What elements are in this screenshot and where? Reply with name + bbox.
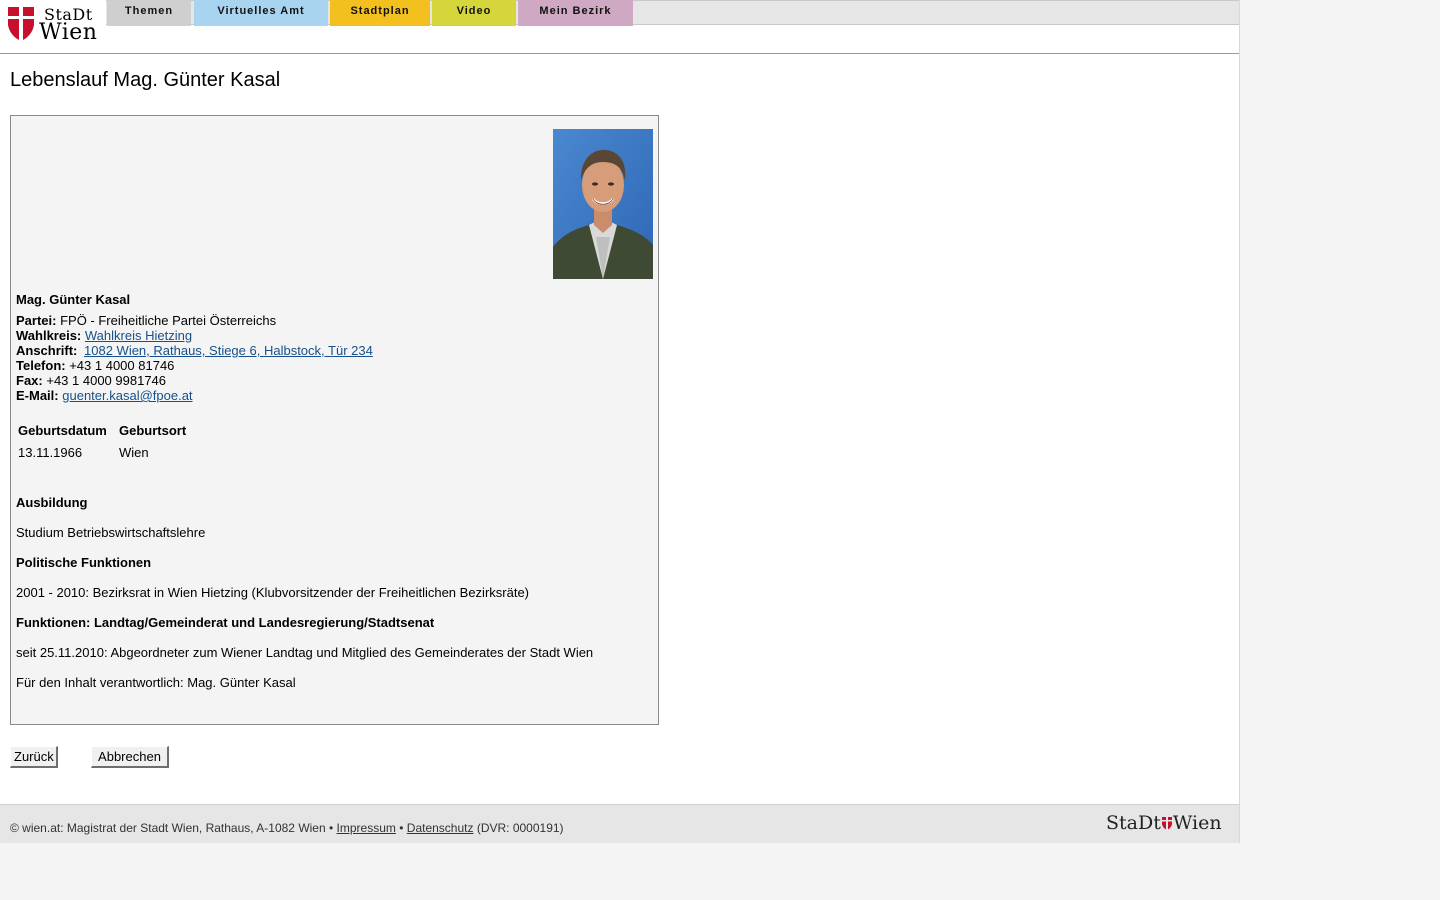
footer-logo-wien: Wien [1172,812,1222,834]
footer-dvr: (DVR: 0000191) [476,821,564,835]
partei-label: Partei: [16,313,57,328]
anschrift-link[interactable]: 1082 Wien, Rathaus, Stiege 6, Halbstock,… [84,343,373,358]
tab-label: Stadtplan [350,5,410,17]
verantwortlich-text: Für den Inhalt verantwortlich: Mag. Günt… [16,675,296,690]
politisch-heading: Politische Funktionen [16,555,152,570]
fax-row: Fax: +43 1 4000 9981746 [16,373,166,388]
page-title: Lebenslauf Mag. Günter Kasal [10,69,281,91]
portrait-photo [553,129,653,279]
ausbildung-heading: Ausbildung [16,495,88,510]
profile-name: Mag. Günter Kasal [16,292,131,307]
table-header-geburtsdatum: Geburtsdatum [18,423,107,438]
footer-logo-stadt: StaDt [1106,812,1161,834]
back-button[interactable]: Zurück [10,746,58,768]
profile-box: Mag. Günter Kasal Partei: FPÖ - Freiheit… [10,115,659,725]
footer-text: © wien.at: Magistrat der Stadt Wien, Rat… [10,821,564,835]
fax-label: Fax: [16,373,43,388]
funktionen-text: seit 25.11.2010: Abgeordneter zum Wiener… [16,645,594,660]
tab-virtuelles-amt[interactable]: Virtuelles Amt [194,0,328,26]
wien-shield-icon [1161,817,1172,830]
footer-stadt-wien-logo[interactable]: StaDt Wien [1106,812,1222,834]
anschrift-row: Anschrift: 1082 Wien, Rathaus, Stiege 6,… [16,343,373,358]
tab-mein-bezirk[interactable]: Mein Bezirk [518,0,633,26]
cancel-button[interactable]: Abbrechen [91,746,169,768]
datenschutz-link[interactable]: Datenschutz [407,821,474,835]
fax-value: +43 1 4000 9981746 [46,373,167,388]
footer-separator: • [399,821,404,835]
tab-label: Video [456,5,492,17]
email-row: E-Mail: guenter.kasal@fpoe.at [16,388,193,403]
tab-label: Mein Bezirk [539,5,612,17]
email-label: E-Mail: [16,388,59,403]
site-header: StaDt Wien Themen Virtuelles Amt Stadtpl… [0,0,1239,54]
telefon-value: +43 1 4000 81746 [69,358,175,373]
tab-video[interactable]: Video [432,0,516,26]
wahlkreis-label: Wahlkreis: [16,328,82,343]
logo-wien-text: Wien [39,20,98,45]
anschrift-label: Anschrift: [16,343,78,358]
table-header-geburtsort: Geburtsort [119,423,187,438]
stadt-wien-logo[interactable]: StaDt Wien [6,5,102,47]
site-footer: © wien.at: Magistrat der Stadt Wien, Rat… [0,804,1239,843]
telefon-label: Telefon: [16,358,66,373]
tab-themen[interactable]: Themen [107,0,191,26]
wahlkreis-link[interactable]: Wahlkreis Hietzing [85,328,192,343]
tab-label: Virtuelles Amt [217,5,305,17]
telefon-row: Telefon: +43 1 4000 81746 [16,358,174,373]
impressum-link[interactable]: Impressum [337,821,396,835]
page: StaDt Wien Themen Virtuelles Amt Stadtpl… [0,0,1240,843]
email-link[interactable]: guenter.kasal@fpoe.at [62,388,192,403]
ausbildung-text: Studium Betriebswirtschaftslehre [16,525,206,540]
tab-label: Themen [124,5,174,17]
partei-value: FPÖ - Freiheitliche Partei Österreichs [60,313,277,328]
partei-row: Partei: FPÖ - Freiheitliche Partei Öster… [16,313,276,328]
table-cell-geburtsort: Wien [119,445,149,460]
wien-shield-icon [8,7,34,40]
footer-copyright: © wien.at: Magistrat der Stadt Wien, Rat… [10,821,334,835]
wahlkreis-row: Wahlkreis: Wahlkreis Hietzing [16,328,192,343]
tab-stadtplan[interactable]: Stadtplan [330,0,430,26]
funktionen-heading: Funktionen: Landtag/Gemeinderat und Land… [16,615,435,630]
politisch-text: 2001 - 2010: Bezirksrat in Wien Hietzing… [16,585,529,600]
table-cell-geburtsdatum: 13.11.1966 [18,445,83,460]
